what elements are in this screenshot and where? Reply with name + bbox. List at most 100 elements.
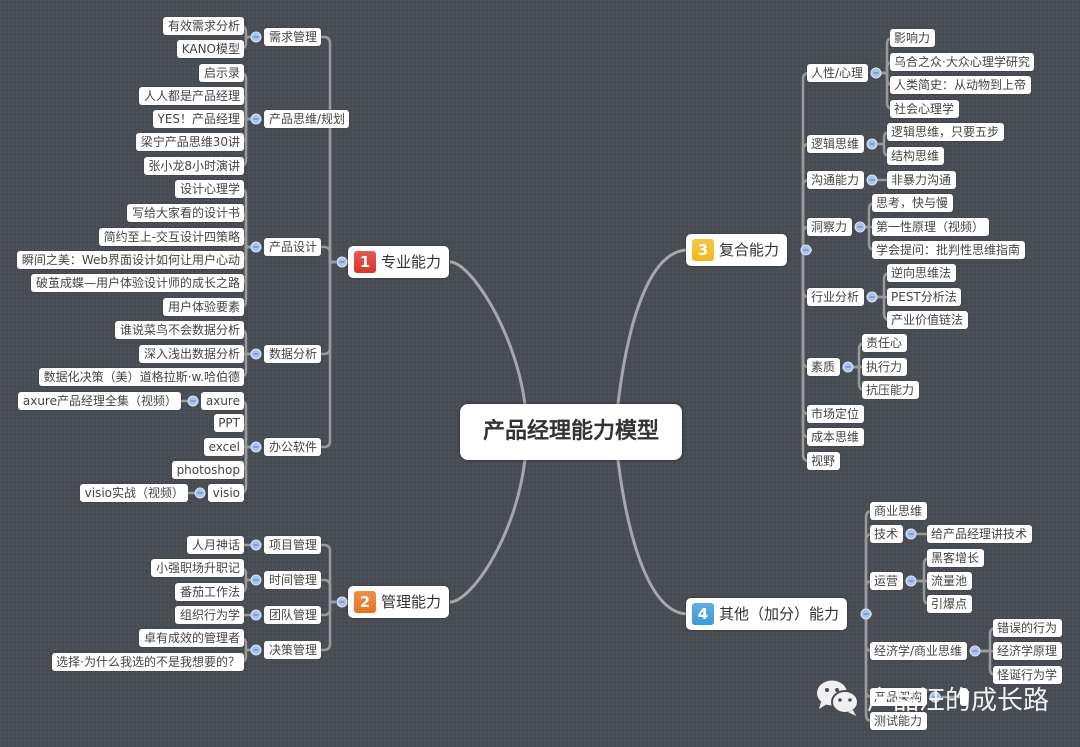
- leaf-topic[interactable]: 选择·为什么我选的不是我想要的？: [52, 653, 244, 671]
- leaf-topic[interactable]: 写给大家看的设计书: [127, 204, 244, 222]
- leaf-topic[interactable]: 谁说菜鸟不会数据分析: [115, 321, 244, 339]
- subtopic[interactable]: 办公软件: [264, 438, 321, 456]
- collapse-toggle[interactable]: [194, 487, 206, 499]
- subtopic[interactable]: 技术: [870, 525, 903, 543]
- subtopic[interactable]: 产品思维/规划: [264, 110, 350, 128]
- collapse-toggle[interactable]: [870, 67, 882, 79]
- leaf-topic[interactable]: 经济学原理: [993, 642, 1062, 660]
- collapse-toggle[interactable]: [336, 596, 348, 608]
- collapse-toggle[interactable]: [854, 221, 866, 233]
- subtopic[interactable]: 运营: [870, 572, 903, 590]
- collapse-toggle[interactable]: [250, 574, 262, 586]
- leaf-topic[interactable]: 给产品经理讲技术: [927, 525, 1032, 543]
- subtopic[interactable]: 视野: [807, 452, 840, 470]
- subtopic[interactable]: 人性/心理: [807, 64, 868, 82]
- subtopic[interactable]: 数据分析: [264, 345, 321, 363]
- leaf-topic[interactable]: 破茧成蝶—用户体验设计师的成长之路: [31, 274, 244, 292]
- collapse-toggle[interactable]: [905, 528, 917, 540]
- collapse-toggle[interactable]: [336, 256, 348, 268]
- subtopic[interactable]: 商业思维: [870, 502, 927, 520]
- subtopic[interactable]: 沟通能力: [807, 171, 864, 189]
- collapse-toggle[interactable]: [250, 348, 262, 360]
- branch-topic-2[interactable]: 2 管理能力: [348, 586, 450, 618]
- leaf-topic[interactable]: 卓有成效的管理者: [139, 629, 244, 647]
- collapse-toggle[interactable]: [250, 241, 262, 253]
- leaf-topic[interactable]: 番茄工作法: [175, 583, 244, 601]
- branch-topic-1[interactable]: 1 专业能力: [348, 246, 450, 278]
- leaf-topic[interactable]: 深入浅出数据分析: [139, 345, 244, 363]
- leaf-topic[interactable]: 错误的行为: [993, 619, 1062, 637]
- leaf-topic[interactable]: KANO模型: [177, 40, 244, 58]
- subtopic[interactable]: 逻辑思维: [807, 135, 864, 153]
- collapse-toggle[interactable]: [866, 174, 878, 186]
- subtopic[interactable]: 素质: [807, 358, 840, 376]
- collapse-toggle[interactable]: [866, 138, 878, 150]
- leaf-topic[interactable]: 责任心: [862, 334, 907, 352]
- leaf-topic[interactable]: 黑客增长: [927, 549, 984, 567]
- leaf-topic[interactable]: 非暴力沟通: [887, 171, 956, 189]
- collapse-toggle[interactable]: [866, 291, 878, 303]
- branch-topic-3[interactable]: 3 复合能力: [686, 234, 788, 266]
- leaf-topic[interactable]: 执行力: [862, 358, 907, 376]
- collapse-toggle[interactable]: [905, 575, 917, 587]
- subtopic[interactable]: 市场定位: [807, 405, 864, 423]
- collapse-toggle[interactable]: [250, 539, 262, 551]
- leaf-topic[interactable]: 张小龙8小时演讲: [144, 157, 245, 175]
- collapse-toggle[interactable]: [250, 113, 262, 125]
- leaf-topic[interactable]: 瞬间之美：Web界面设计如何让用户心动: [17, 251, 244, 269]
- branch-topic-4[interactable]: 4 其他（加分）能力: [686, 598, 848, 630]
- leaf-topic[interactable]: 学会提问：批判性思维指南: [872, 241, 1025, 259]
- collapse-toggle[interactable]: [842, 361, 854, 373]
- subtopic[interactable]: 经济学/商业思维: [870, 642, 967, 660]
- leaf-topic[interactable]: 流量池: [927, 572, 972, 590]
- collapse-toggle[interactable]: [969, 645, 981, 657]
- leaf-topic[interactable]: 第一性原理（视频）: [872, 218, 989, 236]
- leaf-topic[interactable]: 社会心理学: [890, 100, 959, 118]
- subtopic[interactable]: 团队管理: [264, 606, 321, 624]
- collapse-toggle[interactable]: [187, 395, 199, 407]
- leaf-topic[interactable]: 产业价值链法: [887, 311, 968, 329]
- leaf-topic[interactable]: 思考，快与慢: [872, 194, 953, 212]
- subtopic[interactable]: 行业分析: [807, 288, 864, 306]
- collapse-toggle[interactable]: [250, 609, 262, 621]
- leaf-topic[interactable]: 设计心理学: [175, 180, 244, 198]
- leaf-topic[interactable]: PEST分析法: [887, 288, 961, 306]
- subtopic[interactable]: 洞察力: [807, 218, 852, 236]
- leaf-topic[interactable]: 有效需求分析: [163, 17, 244, 35]
- leaf-topic[interactable]: 人人都是产品经理: [139, 87, 245, 105]
- leaf-topic[interactable]: 人月神话: [187, 536, 244, 554]
- leaf-topic[interactable]: 乌合之众·大众心理学研究: [890, 53, 1034, 71]
- central-topic[interactable]: 产品经理能力模型: [460, 404, 682, 460]
- subtopic[interactable]: 时间管理: [264, 571, 321, 589]
- subtopic[interactable]: 产品设计: [264, 238, 321, 256]
- leaf-topic[interactable]: excel: [204, 438, 244, 456]
- collapse-toggle[interactable]: [860, 608, 872, 620]
- leaf-topic[interactable]: visio: [208, 484, 244, 502]
- leaf-topic[interactable]: 逆向思维法: [887, 264, 956, 282]
- leaf-topic[interactable]: photoshop: [172, 461, 244, 479]
- leaf-topic[interactable]: PPT: [214, 414, 244, 432]
- subtopic[interactable]: 项目管理: [264, 536, 321, 554]
- collapse-toggle[interactable]: [250, 644, 262, 656]
- leaf-topic[interactable]: 影响力: [890, 29, 935, 47]
- leaf-topic[interactable]: 逻辑思维，只要五步: [887, 123, 1004, 141]
- subtopic[interactable]: 决策管理: [264, 641, 321, 659]
- collapse-toggle[interactable]: [250, 31, 262, 43]
- leaf-topic[interactable]: 组织行为学: [175, 606, 244, 624]
- leaf-topic[interactable]: 小强职场升职记: [151, 559, 244, 577]
- leaf-topic[interactable]: 简约至上-交互设计四策略: [99, 228, 244, 246]
- leaf-topic[interactable]: visio实战（视频）: [80, 484, 188, 502]
- leaf-topic[interactable]: 用户体验要素: [163, 298, 244, 316]
- leaf-topic[interactable]: 引爆点: [927, 595, 972, 613]
- subtopic[interactable]: 成本思维: [807, 428, 864, 446]
- leaf-topic[interactable]: 抗压能力: [862, 381, 919, 399]
- leaf-topic[interactable]: axure: [201, 392, 244, 410]
- leaf-topic[interactable]: 结构思维: [887, 147, 944, 165]
- collapse-toggle[interactable]: [250, 441, 262, 453]
- subtopic[interactable]: 需求管理: [264, 28, 321, 46]
- leaf-topic[interactable]: 数据化决策（美）道格拉斯·w.哈伯德: [39, 368, 244, 386]
- leaf-topic[interactable]: 梁宁产品思维30讲: [136, 133, 245, 151]
- leaf-topic[interactable]: YES！产品经理: [153, 110, 245, 128]
- collapse-toggle[interactable]: [800, 244, 812, 256]
- leaf-topic[interactable]: 人类简史：从动物到上帝: [890, 76, 1031, 94]
